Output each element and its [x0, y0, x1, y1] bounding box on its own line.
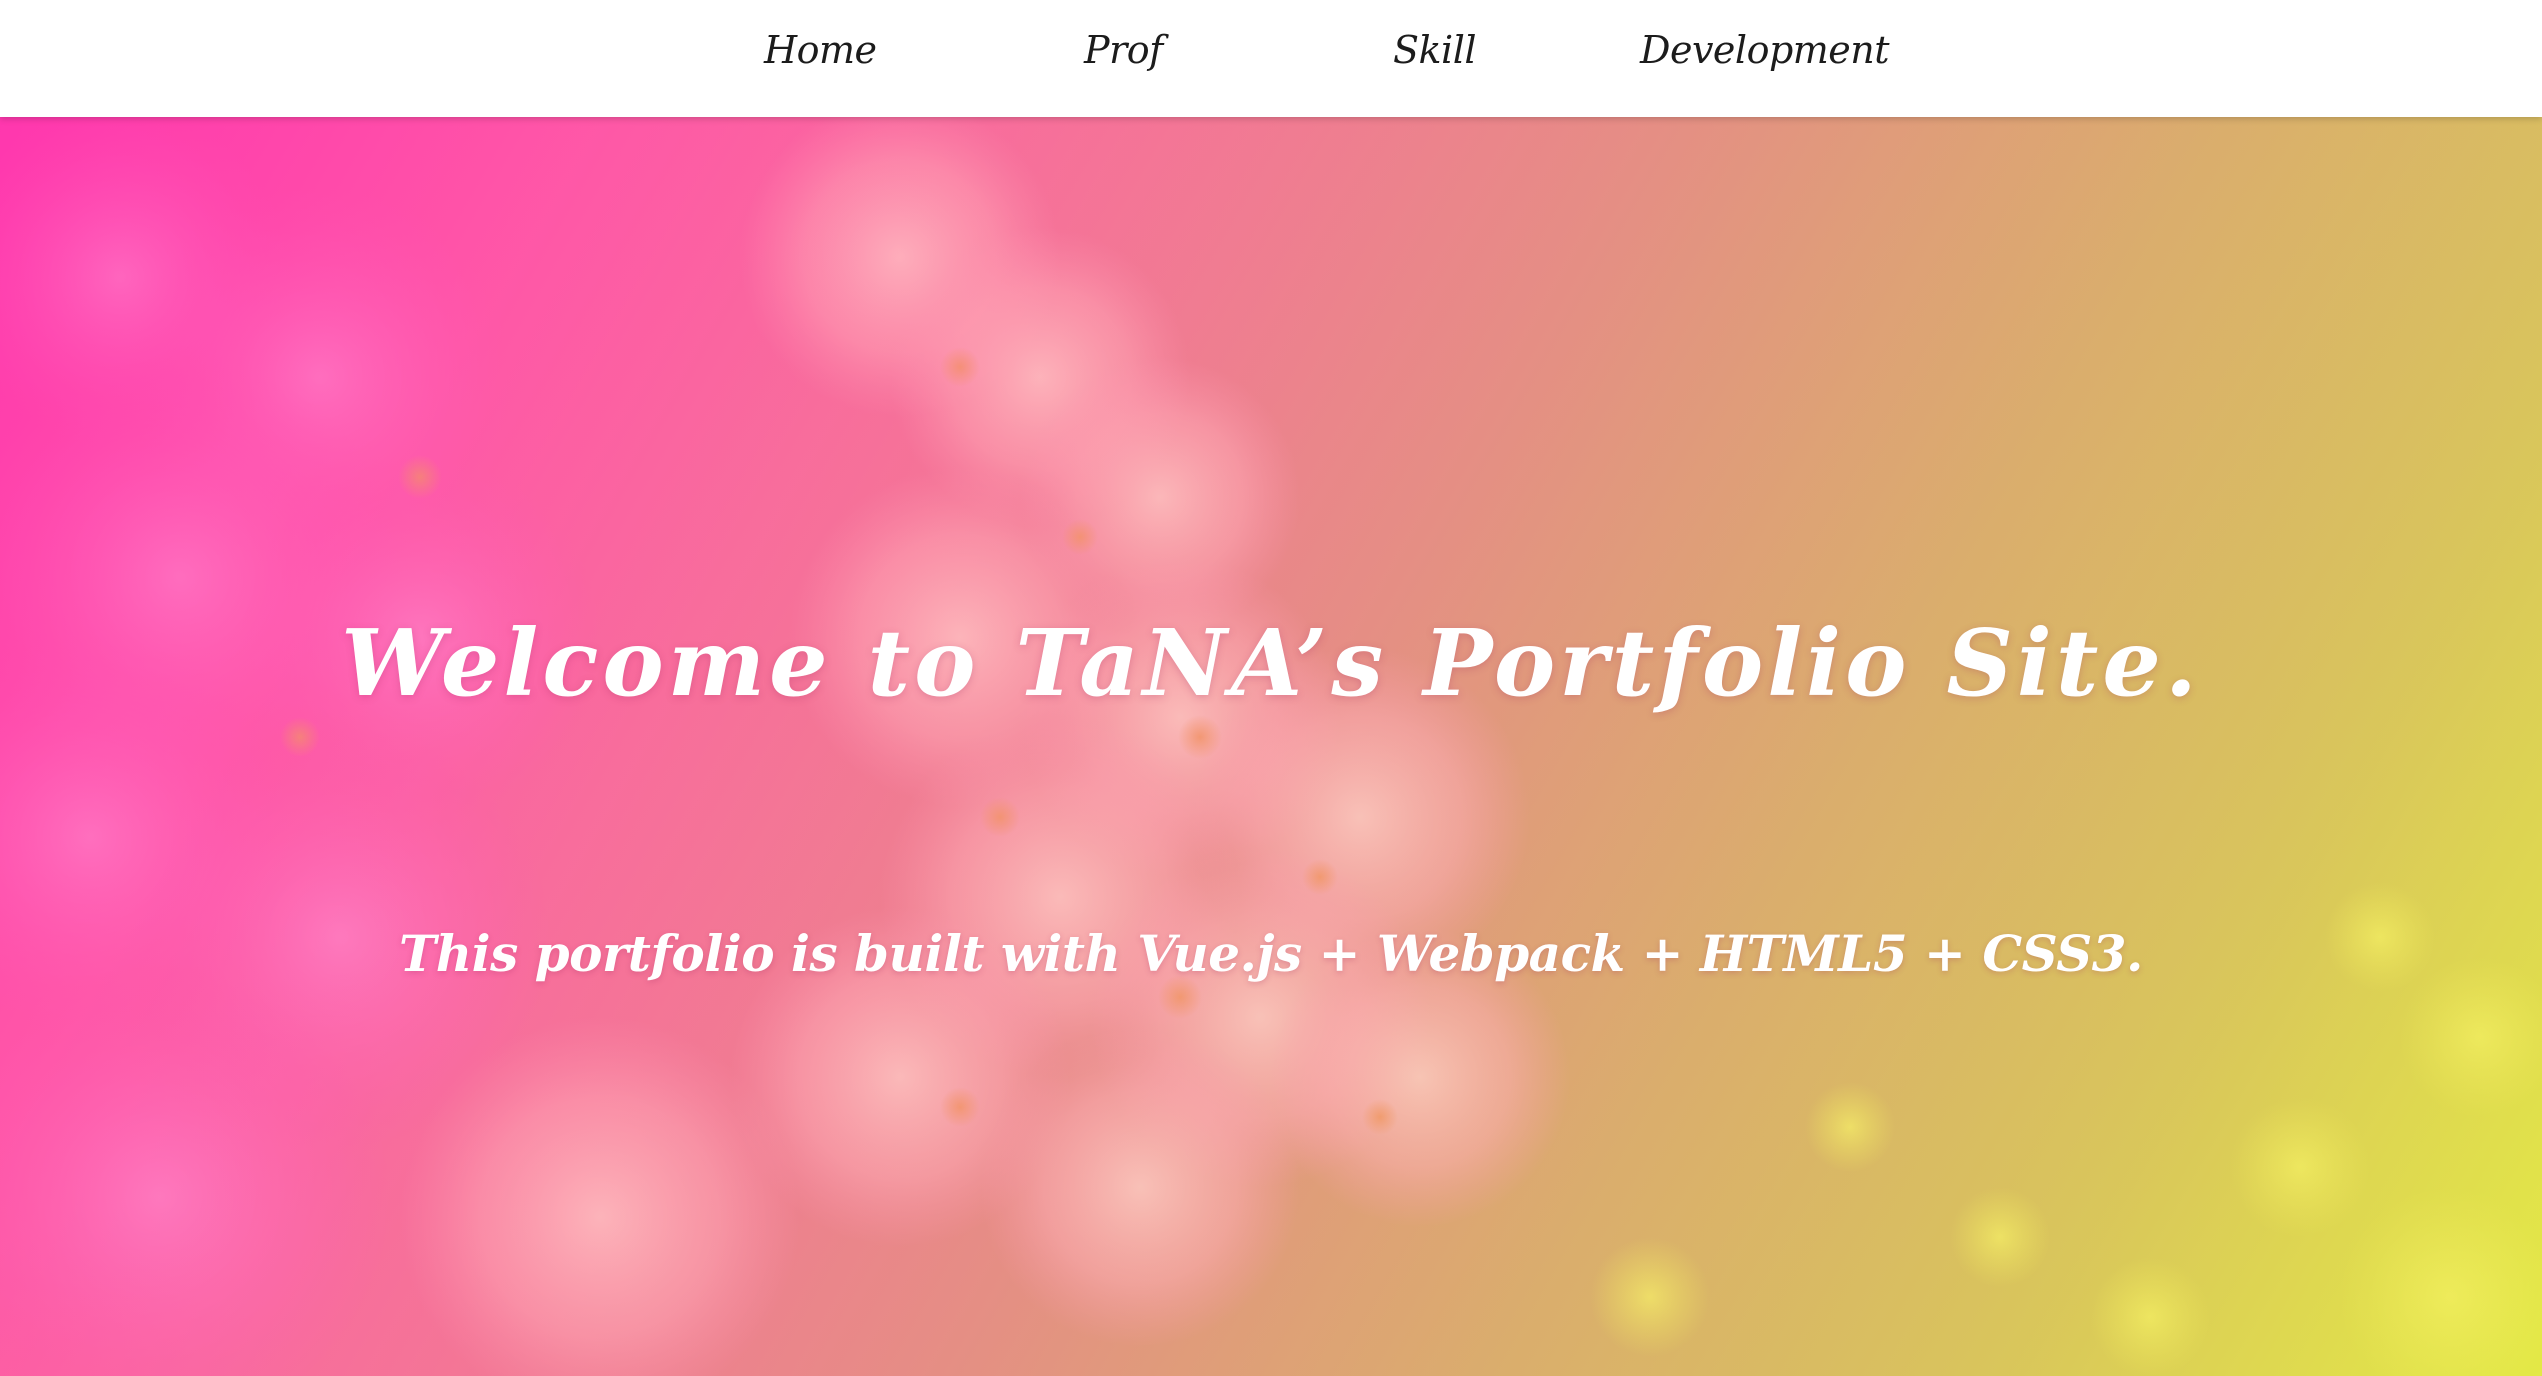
hero-subtitle: This portfolio is built with Vue.js + We…	[399, 924, 2143, 983]
nav-link-skill[interactable]: Skill	[1393, 28, 1477, 72]
top-nav-bar: Home Prof Skill Development	[0, 0, 2542, 117]
hero-section: Welcome to TaNA’s Portfolio Site. This p…	[0, 117, 2542, 1376]
hero-title: Welcome to TaNA’s Portfolio Site.	[341, 608, 2201, 717]
nav-link-home[interactable]: Home	[764, 28, 877, 72]
nav-link-prof[interactable]: Prof	[1084, 28, 1163, 72]
hero-gradient-overlay	[0, 117, 2542, 1376]
nav-link-development[interactable]: Development	[1640, 28, 1890, 72]
